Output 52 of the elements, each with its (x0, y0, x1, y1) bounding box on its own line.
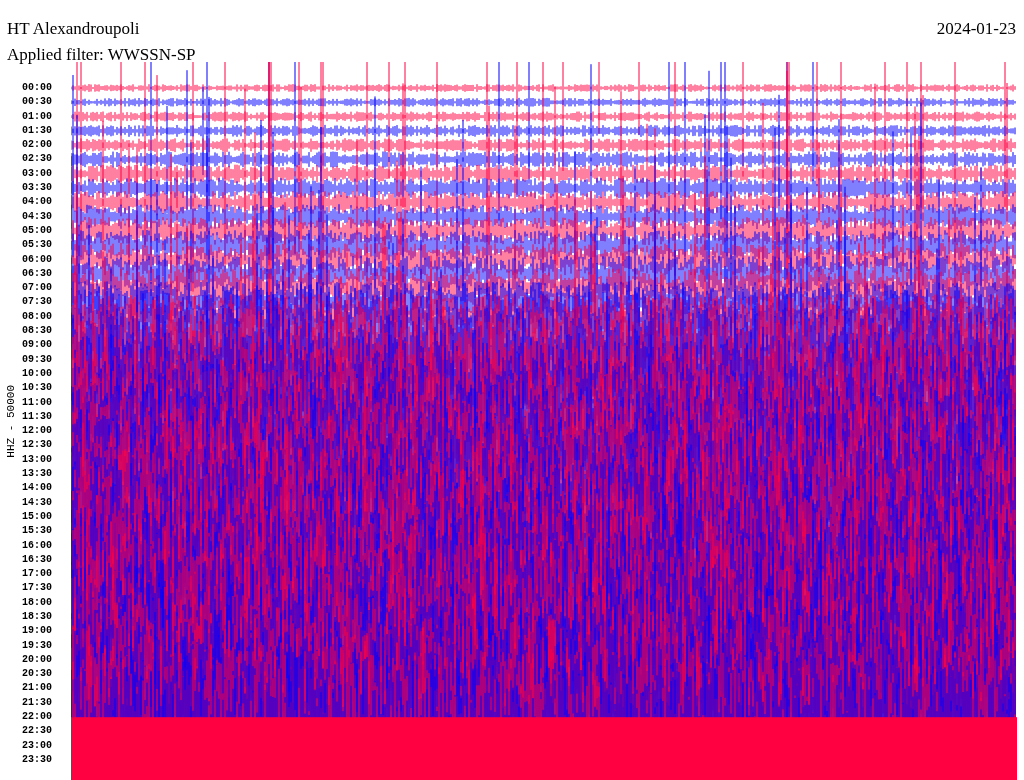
time-label: 16:00 (22, 538, 53, 553)
time-label: 20:00 (22, 652, 53, 667)
time-label: 07:30 (22, 295, 53, 310)
time-label: 06:00 (22, 252, 53, 267)
time-label: 13:00 (22, 452, 53, 467)
time-label: 18:00 (22, 595, 53, 610)
time-label: 04:00 (22, 195, 53, 210)
time-label: 02:30 (22, 152, 53, 167)
time-label: 14:30 (22, 495, 53, 510)
time-label: 05:00 (22, 223, 53, 238)
time-label: 15:00 (22, 509, 53, 524)
time-label: 13:30 (22, 467, 53, 481)
time-label: 22:30 (22, 724, 53, 739)
time-label: 20:30 (22, 667, 53, 682)
time-label: 11:00 (22, 395, 53, 410)
time-label: 17:30 (22, 581, 53, 596)
date-label: 2024-01-23 (936, 20, 1016, 40)
time-label: 18:30 (22, 610, 53, 624)
time-label: 15:30 (22, 524, 53, 539)
time-label: 22:00 (22, 710, 53, 725)
time-label: 12:30 (22, 438, 53, 453)
time-label: 16:30 (22, 552, 53, 567)
time-label: 01:00 (22, 109, 53, 124)
channel-scale-label: HHZ - 50000 (5, 384, 17, 458)
time-label: 23:00 (22, 738, 53, 753)
time-label: 19:30 (22, 638, 53, 653)
time-label: 00:00 (22, 81, 53, 95)
time-label: 21:00 (22, 681, 53, 696)
filter-label: Applied filter: WWSSN-SP (7, 46, 196, 64)
time-label: 08:00 (22, 309, 53, 324)
time-label: 03:00 (22, 166, 53, 181)
time-label: 09:00 (22, 338, 53, 353)
time-label: 10:30 (22, 381, 53, 396)
time-label: 03:30 (22, 181, 53, 196)
time-label: 10:00 (22, 366, 53, 381)
time-label: 17:00 (22, 567, 53, 582)
time-label: 01:30 (22, 123, 53, 138)
time-label: 09:30 (22, 352, 53, 367)
time-label: 05:30 (22, 238, 53, 253)
time-label: 04:30 (22, 209, 53, 224)
time-label: 23:30 (22, 752, 53, 767)
time-label: 14:00 (22, 481, 53, 496)
time-label: 11:30 (22, 409, 53, 424)
time-label: 19:00 (22, 624, 53, 639)
time-label: 02:00 (22, 138, 53, 153)
time-label: 00:30 (22, 95, 53, 110)
time-label: 07:00 (22, 281, 53, 296)
time-label: 21:30 (22, 695, 53, 710)
station-title: HT Alexandroupoli (7, 20, 141, 38)
time-label: 12:00 (22, 424, 53, 439)
time-label: 08:30 (22, 324, 53, 339)
time-label: 06:30 (22, 266, 53, 281)
